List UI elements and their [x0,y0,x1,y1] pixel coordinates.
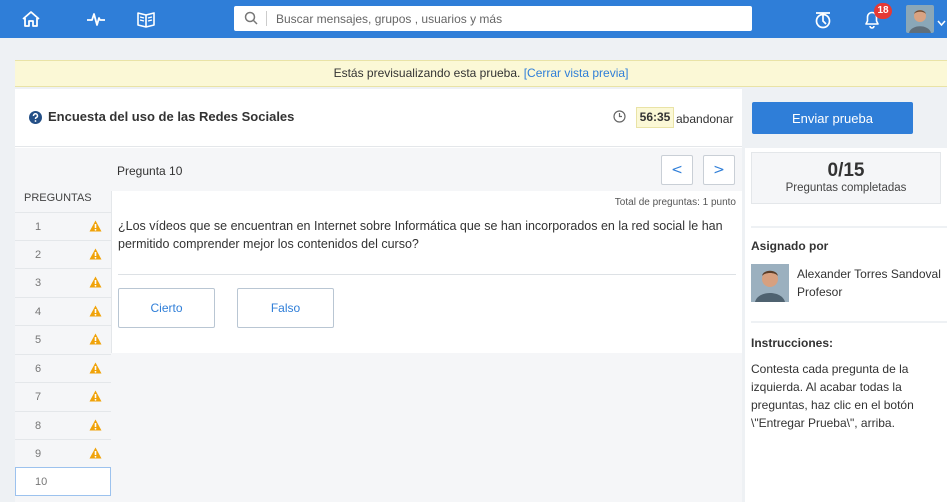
preview-banner-text: Estás previsualizando esta prueba. [333,66,524,80]
clock-icon [613,110,626,126]
question-nav: Pregunta 10 < > [111,148,742,191]
question-item-number: 4 [35,306,42,318]
question-item-10[interactable]: 10 [15,467,111,496]
warning-icon [89,248,102,263]
question-item-number: 6 [35,363,42,375]
progress-count: 0/15 [827,160,865,181]
question-item-number: 1 [35,221,42,233]
quiz-header: Encuesta del uso de las Redes Sociales 5… [15,89,742,147]
preview-banner: Estás previsualizando esta prueba. [Cerr… [15,60,947,87]
library-icon[interactable] [135,9,157,29]
question-item-6[interactable]: 6 [15,354,111,382]
progress-label: Preguntas completadas [785,182,907,194]
progress-box: 0/15 Preguntas completadas [751,152,941,204]
search-separator [266,11,267,26]
question-item-5[interactable]: 5 [15,325,111,353]
question-footer-area [111,353,742,502]
abandon-link[interactable]: abandonar [676,112,733,126]
question-item-number: 3 [35,277,42,289]
total-points-label: Total de preguntas: 1 punto [614,197,736,208]
warning-icon [89,305,102,320]
quiz-sidebar: 0/15 Preguntas completadas Asignado por … [745,148,947,502]
search-icon [244,11,258,28]
home-icon[interactable] [20,9,42,29]
send-quiz-button[interactable]: Enviar prueba [752,102,913,134]
quiz-timer: 56:35 [636,107,674,128]
activity-icon[interactable] [85,9,107,29]
author-avatar [751,264,789,302]
question-item-number: 9 [35,448,42,460]
top-navbar: 18 [0,0,947,38]
question-item-9[interactable]: 9 [15,439,111,467]
question-item-number: 8 [35,420,42,432]
warning-icon [89,362,102,377]
close-preview-link[interactable]: [Cerrar vista previa] [524,66,629,80]
answer-false-button[interactable]: Falso [237,288,334,328]
next-question-button[interactable]: > [703,155,735,185]
question-body: Total de preguntas: 1 punto ¿Los vídeos … [111,191,742,353]
search-input[interactable] [276,6,746,31]
author-role: Profesor [797,285,843,299]
warning-icon [89,276,102,291]
question-item-number: 7 [35,391,42,403]
instructions-heading: Instrucciones: [751,336,834,350]
question-text: ¿Los vídeos que se encuentran en Interne… [118,219,723,251]
quiz-title: Encuesta del uso de las Redes Sociales [48,109,295,124]
question-list-header: PREGUNTAS [24,192,92,204]
chevron-down-icon[interactable] [937,15,946,29]
question-divider [118,274,736,275]
question-item-3[interactable]: 3 [15,268,111,296]
quiz-help-icon [29,111,42,127]
question-item-1[interactable]: 1 [15,212,111,240]
question-number-label: Pregunta 10 [117,164,183,178]
warning-icon [89,447,102,462]
question-item-8[interactable]: 8 [15,411,111,439]
warning-icon [89,419,102,434]
question-list: PREGUNTAS 1 2 3 4 5 6 7 8 9 10 [15,148,111,502]
sidebar-divider [751,226,947,228]
previous-question-button[interactable]: < [661,155,693,185]
sidebar-divider [751,321,947,323]
question-item-2[interactable]: 2 [15,240,111,268]
apps-icon[interactable] [811,9,835,29]
notifications-badge[interactable]: 18 [874,3,892,19]
answer-true-button[interactable]: Cierto [118,288,215,328]
warning-icon [89,390,102,405]
question-item-number: 2 [35,249,42,261]
question-item-4[interactable]: 4 [15,297,111,325]
quiz-panel: Encuesta del uso de las Redes Sociales 5… [15,89,742,502]
assigned-by-heading: Asignado por [751,239,829,253]
question-item-number: 5 [35,334,42,346]
warning-icon [89,220,102,235]
warning-icon [89,333,102,348]
question-item-7[interactable]: 7 [15,382,111,410]
instructions-text: Contesta cada pregunta de la izquierda. … [751,362,914,430]
question-item-number: 10 [35,476,48,488]
search-bar[interactable] [234,6,752,31]
author-name: Alexander Torres Sandoval [797,267,941,281]
user-avatar[interactable] [906,5,934,33]
